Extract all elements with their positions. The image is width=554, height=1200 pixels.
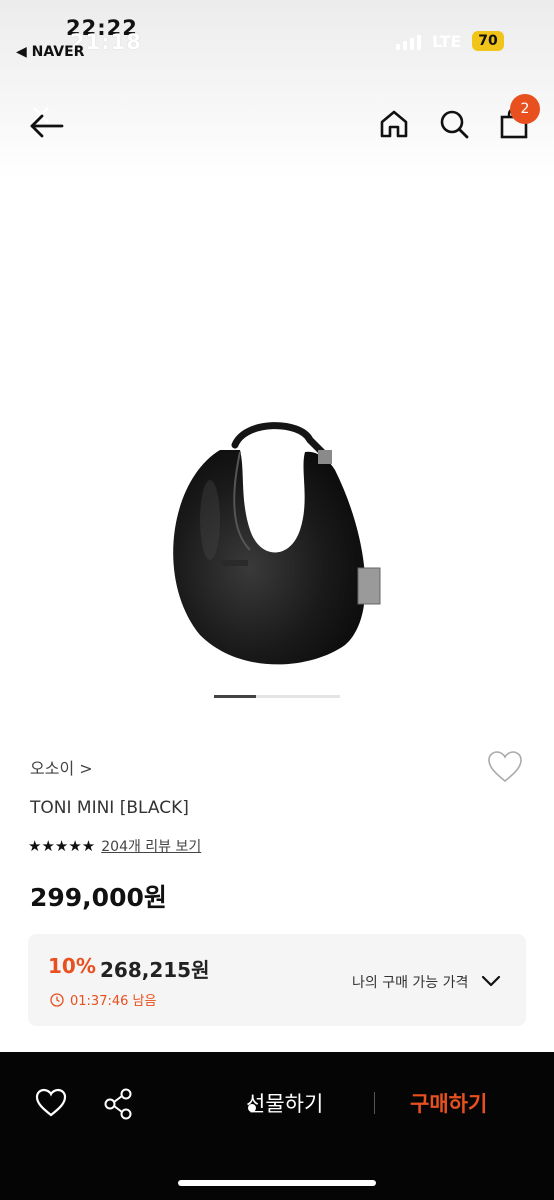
discount-price: 268,215원 xyxy=(100,958,210,982)
search-button[interactable] xyxy=(432,102,476,146)
share-button[interactable] xyxy=(100,1086,136,1122)
heart-icon xyxy=(35,1088,67,1117)
discount-timer: 01:37:46 남음 xyxy=(50,990,156,1009)
clock-icon xyxy=(50,992,64,1007)
product-name: TONI MINI [BLACK] xyxy=(30,798,189,818)
rating-stars: ★★★★★ xyxy=(28,837,96,855)
brand-link[interactable]: 오소이 > xyxy=(30,755,93,779)
discount-box[interactable]: 10% 268,215원 01:37:46 남음 나의 구매 가능 가격 xyxy=(28,934,526,1026)
back-arrow-icon xyxy=(30,107,64,138)
status-bar: 22:22 21:18 ◀ NAVER LTE 70 xyxy=(0,0,554,80)
image-carousel-indicator xyxy=(214,695,340,698)
cart-count-badge: 2 xyxy=(510,94,540,124)
rating-row: ★★★★★ 204개 리뷰 보기 xyxy=(28,836,201,856)
home-indicator xyxy=(178,1180,376,1186)
search-icon xyxy=(440,110,469,139)
network-type: LTE xyxy=(432,32,462,51)
back-button[interactable] xyxy=(22,100,70,148)
my-price-label[interactable]: 나의 구매 가능 가격 xyxy=(352,972,468,992)
carousel-active-indicator xyxy=(214,695,256,698)
product-image[interactable] xyxy=(150,410,400,680)
share-icon xyxy=(104,1088,132,1120)
buy-button[interactable]: 구매하기 xyxy=(410,1088,487,1118)
signal-icon xyxy=(396,34,421,50)
bottom-action-bar: 선물하기 구매하기 xyxy=(0,1052,554,1200)
wishlist-button[interactable] xyxy=(486,748,524,786)
home-button[interactable] xyxy=(372,102,416,146)
timer-text: 01:37:46 남음 xyxy=(70,994,157,1009)
product-price: 299,000원 xyxy=(30,883,167,912)
discount-rate: 10% xyxy=(48,954,96,978)
app-header xyxy=(0,80,554,180)
gift-button[interactable]: 선물하기 xyxy=(246,1088,323,1118)
battery-indicator: 70 xyxy=(472,31,504,51)
heart-outline-icon xyxy=(488,751,522,783)
review-link[interactable]: 204개 리뷰 보기 xyxy=(101,836,201,856)
home-icon xyxy=(380,110,408,138)
chevron-down-icon[interactable] xyxy=(480,970,502,992)
back-to-app-link[interactable]: ◀ NAVER xyxy=(16,44,84,60)
bottom-wishlist-button[interactable] xyxy=(34,1086,68,1120)
bottom-divider xyxy=(374,1092,375,1114)
